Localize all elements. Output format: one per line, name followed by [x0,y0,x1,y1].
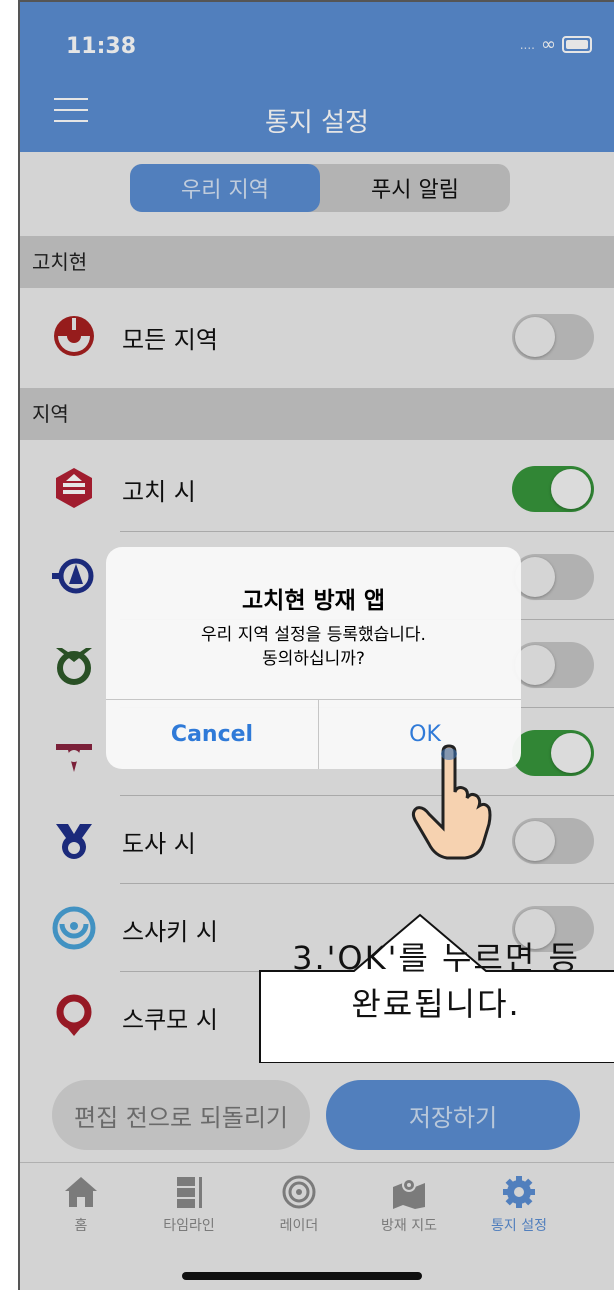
cancel-button[interactable]: Cancel [106,699,318,769]
confirm-dialog: 고치현 방재 앱 우리 지역 설정을 등록했습니다. 동의하십니까? Cance… [106,547,521,769]
instruction-text: 3.'OK'를 누르면 등 완료됩니다. [292,939,580,1023]
dialog-title: 고치현 방재 앱 [242,588,385,614]
app-screen: 11:38 .... ∞ 통지 설정 우리 지역 푸시 알림 고치현 모든 지역… [18,0,614,1290]
pointing-hand-icon [411,744,492,860]
dialog-message: 우리 지역 설정을 등록했습니다. 동의하십니까? [201,625,426,669]
